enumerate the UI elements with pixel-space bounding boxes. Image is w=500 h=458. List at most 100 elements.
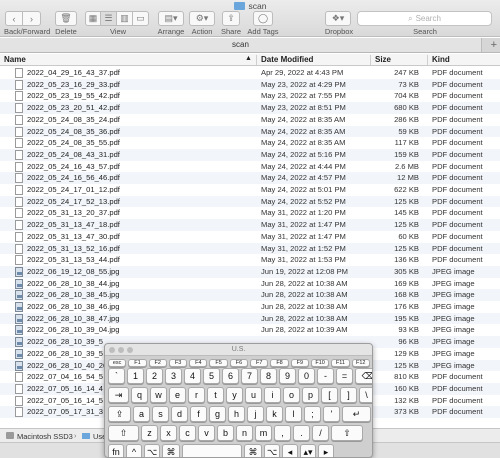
file-row[interactable]: 2022_05_23_20_51_42.pdf May 23, 2022 at 8…	[0, 102, 500, 114]
key[interactable]: h	[228, 406, 245, 422]
key[interactable]: F2	[148, 359, 167, 367]
file-row[interactable]: 2022_05_31_13_47_18.pdf May 31, 2022 at 1…	[0, 219, 500, 231]
action-button[interactable]: ⚙▾	[189, 11, 215, 26]
key[interactable]: fn	[108, 444, 124, 457]
file-row[interactable]: 2022_06_19_12_08_55.jpg Jun 19, 2022 at 1…	[0, 265, 500, 278]
key[interactable]: ]	[340, 387, 357, 403]
file-row[interactable]: 2022_05_24_17_52_13.pdf May 24, 2022 at 5…	[0, 195, 500, 208]
key[interactable]: ⇪	[108, 406, 131, 422]
file-row[interactable]: 2022_06_28_10_38_45.jpg Jun 28, 2022 at 1…	[0, 289, 500, 301]
key[interactable]: d	[171, 406, 188, 422]
key[interactable]: ⌫	[355, 368, 372, 384]
key[interactable]: t	[207, 387, 224, 403]
key[interactable]: F4	[189, 359, 208, 367]
key[interactable]: b	[217, 425, 234, 441]
key[interactable]: c	[179, 425, 196, 441]
key[interactable]: ⇧	[331, 425, 363, 441]
zoom-button[interactable]	[127, 347, 133, 353]
back-button[interactable]: ‹	[5, 11, 23, 26]
key[interactable]: 7	[241, 368, 258, 384]
column-divider[interactable]	[256, 55, 257, 65]
key[interactable]: =	[336, 368, 353, 384]
key[interactable]: F8	[270, 359, 289, 367]
key[interactable]: 2	[146, 368, 163, 384]
forward-button[interactable]: ›	[23, 11, 41, 26]
file-row[interactable]: 2022_05_23_19_55_42.pdf May 23, 2022 at 7…	[0, 90, 500, 102]
key[interactable]: `	[108, 368, 125, 384]
key[interactable]: ⇧	[108, 425, 139, 441]
file-row[interactable]: 2022_05_24_16_43_57.pdf May 24, 2022 at 4…	[0, 161, 500, 173]
key[interactable]: 4	[184, 368, 201, 384]
key[interactable]: y	[226, 387, 243, 403]
file-row[interactable]: 2022_06_28_10_38_44.jpg Jun 28, 2022 at 1…	[0, 278, 500, 290]
key[interactable]	[182, 444, 242, 457]
key[interactable]: esc	[108, 359, 127, 367]
column-header-size[interactable]: Size	[375, 55, 391, 64]
key[interactable]: ▴▾	[300, 444, 316, 457]
key[interactable]: -	[317, 368, 334, 384]
file-row[interactable]: 2022_05_24_08_35_24.pdf May 24, 2022 at 8…	[0, 114, 500, 126]
new-tab-button[interactable]: +	[491, 38, 497, 52]
key[interactable]: ⌥	[144, 444, 160, 457]
key[interactable]: 0	[298, 368, 315, 384]
key[interactable]: ^	[126, 444, 142, 457]
key[interactable]: /	[312, 425, 329, 441]
key[interactable]: s	[152, 406, 169, 422]
key[interactable]: ↵	[342, 406, 371, 422]
key[interactable]: F9	[290, 359, 309, 367]
view-columns-button[interactable]: ▥	[117, 11, 133, 26]
key[interactable]: j	[247, 406, 264, 422]
key[interactable]: 8	[260, 368, 277, 384]
key[interactable]: v	[198, 425, 215, 441]
key[interactable]: ,	[274, 425, 291, 441]
view-list-button[interactable]: ☰	[101, 11, 117, 26]
key[interactable]: F6	[229, 359, 249, 367]
key[interactable]: a	[133, 406, 150, 422]
key[interactable]: w	[150, 387, 167, 403]
key[interactable]: \	[359, 387, 372, 403]
file-row[interactable]: 2022_05_24_08_43_31.pdf May 24, 2022 at 5…	[0, 148, 500, 161]
file-row[interactable]: 2022_06_28_10_38_47.jpg Jun 28, 2022 at 1…	[0, 312, 500, 325]
key[interactable]: F3	[168, 359, 188, 367]
key[interactable]: F12	[351, 359, 370, 367]
key[interactable]: 9	[279, 368, 296, 384]
column-header-date[interactable]: Date Modified	[261, 55, 313, 64]
key[interactable]: F5	[209, 359, 228, 367]
key[interactable]: l	[285, 406, 302, 422]
key[interactable]: u	[245, 387, 262, 403]
add-tags-button[interactable]: ◯	[253, 11, 273, 26]
file-row[interactable]: 2022_05_24_08_35_36.pdf May 24, 2022 at 8…	[0, 125, 500, 138]
file-row[interactable]: 2022_05_31_13_47_30.pdf May 31, 2022 at 1…	[0, 231, 500, 243]
search-input[interactable]: ⌕ Search	[357, 11, 492, 26]
key[interactable]: z	[141, 425, 158, 441]
file-row[interactable]: 2022_05_24_17_01_12.pdf May 24, 2022 at 5…	[0, 184, 500, 196]
key[interactable]: 6	[222, 368, 239, 384]
key[interactable]: '	[323, 406, 340, 422]
key[interactable]: e	[169, 387, 186, 403]
column-header-kind[interactable]: Kind	[432, 55, 450, 64]
key[interactable]: 3	[165, 368, 182, 384]
view-icons-button[interactable]: ▦	[85, 11, 101, 26]
file-row[interactable]: 2022_05_24_16_56_46.pdf May 24, 2022 at 4…	[0, 172, 500, 184]
key[interactable]: ⌘	[244, 444, 262, 457]
file-row[interactable]: 2022_06_28_10_39_04.jpg Jun 28, 2022 at 1…	[0, 324, 500, 336]
dropbox-button[interactable]: ❖▾	[325, 11, 351, 26]
key[interactable]: n	[236, 425, 253, 441]
file-row[interactable]: 2022_05_31_13_53_44.pdf May 31, 2022 at 1…	[0, 254, 500, 266]
path-disk[interactable]: Macintosh SSD3	[17, 432, 73, 441]
file-row[interactable]: 2022_04_29_16_43_37.pdf Apr 29, 2022 at 4…	[0, 67, 500, 79]
key[interactable]: ▸	[318, 444, 334, 457]
file-row[interactable]: 2022_05_31_13_20_37.pdf May 31, 2022 at 1…	[0, 207, 500, 219]
key[interactable]: o	[283, 387, 300, 403]
key[interactable]: q	[131, 387, 148, 403]
column-divider[interactable]	[370, 55, 371, 65]
share-button[interactable]: ⇪	[222, 11, 240, 26]
minimize-button[interactable]	[118, 347, 124, 353]
delete-button[interactable]: 🗑	[55, 11, 77, 26]
file-row[interactable]: 2022_06_28_10_38_46.jpg Jun 28, 2022 at 1…	[0, 301, 500, 313]
key[interactable]: F1	[128, 359, 147, 367]
column-header-name[interactable]: Name	[4, 55, 26, 64]
key[interactable]: ⇥	[108, 387, 129, 403]
key[interactable]: ◂	[282, 444, 298, 457]
key[interactable]: r	[188, 387, 205, 403]
